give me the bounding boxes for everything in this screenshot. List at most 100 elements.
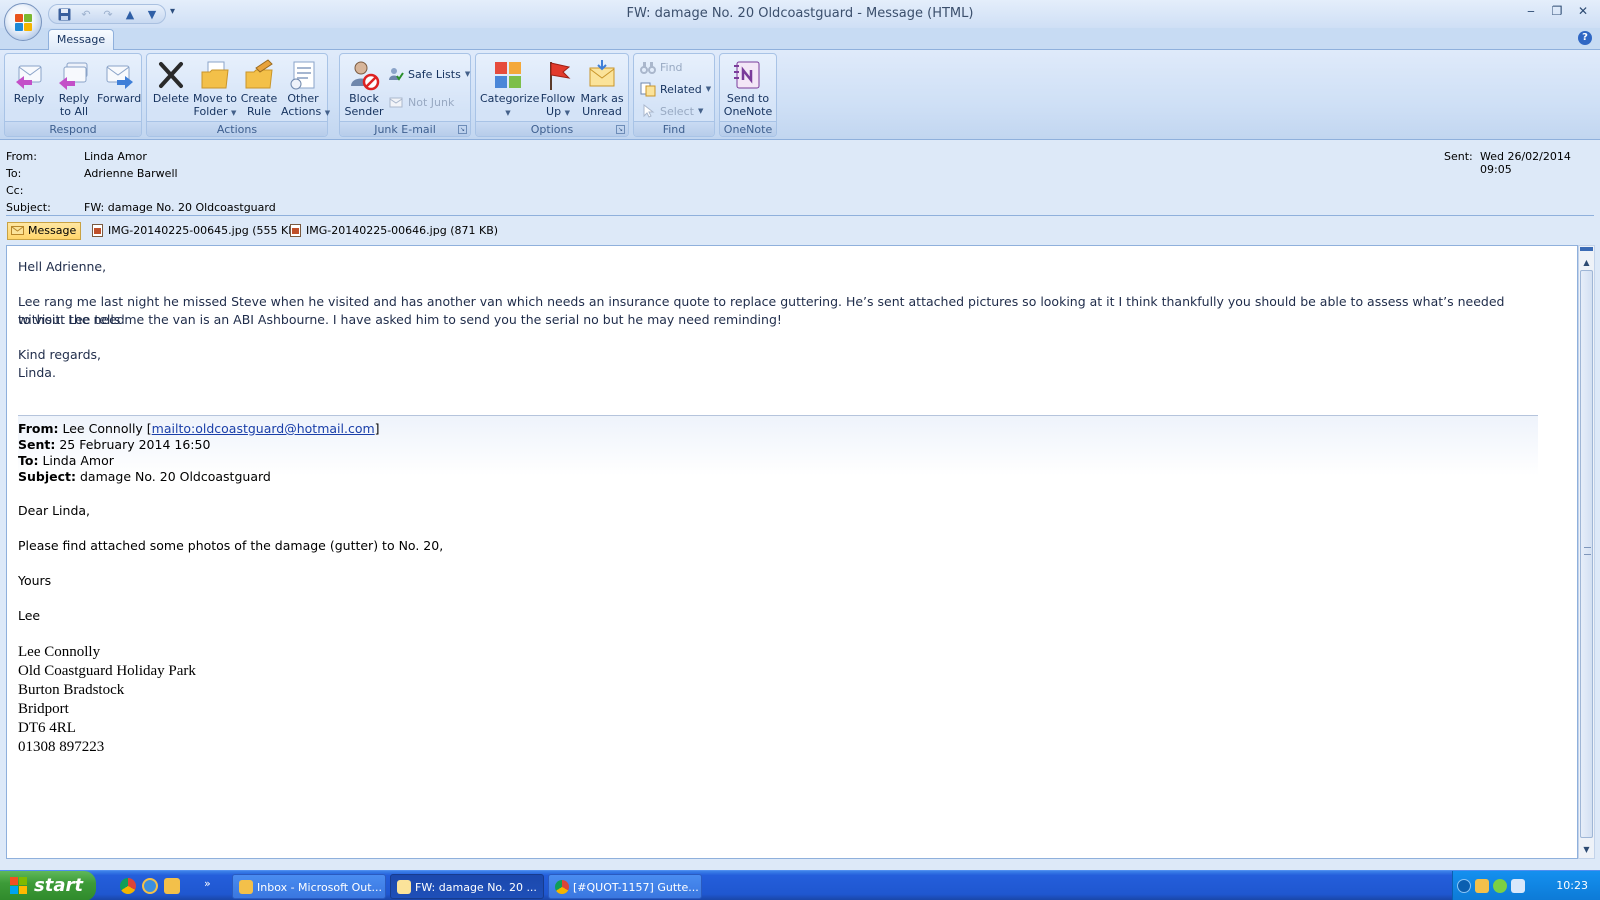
outlook-icon[interactable] bbox=[164, 878, 180, 894]
move-to-folder-label-line1: Move to bbox=[193, 92, 238, 105]
more-quick-launch-icon[interactable]: » bbox=[204, 877, 211, 890]
forwarded-sent-label: Sent: bbox=[18, 437, 56, 452]
select-label: Select bbox=[660, 104, 694, 118]
taskbar-item[interactable]: Inbox - Microsoft Out... bbox=[232, 874, 386, 899]
taskbar-item-label: Inbox - Microsoft Out... bbox=[257, 881, 383, 894]
forwarded-from-line: From: Lee Connolly [mailto:oldcoastguard… bbox=[18, 421, 380, 436]
scroll-up-arrow-icon[interactable]: ▲ bbox=[1579, 256, 1594, 270]
create-rule-label-line2: Rule bbox=[247, 105, 271, 118]
reply-all-button[interactable]: Reply to All bbox=[52, 56, 96, 120]
network-icon[interactable] bbox=[1511, 879, 1525, 893]
chrome-icon[interactable] bbox=[120, 878, 136, 894]
start-button[interactable]: start bbox=[0, 871, 96, 900]
scroll-thumb[interactable] bbox=[1580, 270, 1593, 838]
forwarded-from-email-link[interactable]: mailto:oldcoastguard@hotmail.com bbox=[152, 421, 375, 436]
attachment-item[interactable]: IMG-20140225-00645.jpg (555 KB) bbox=[87, 222, 305, 240]
dialog-launcher-icon[interactable]: ↘ bbox=[458, 125, 467, 134]
minimize-button[interactable]: ‒ bbox=[1520, 4, 1542, 22]
categorize-icon bbox=[491, 58, 525, 92]
forward-button[interactable]: Forward bbox=[97, 56, 141, 120]
forwarded-divider bbox=[18, 415, 1538, 416]
forwarded-to-line: To: Linda Amor bbox=[18, 453, 114, 469]
related-button[interactable]: Related ▼ bbox=[640, 79, 711, 99]
message-tab[interactable]: Message bbox=[7, 222, 82, 240]
categorize-button[interactable]: Categorize ▼ bbox=[480, 56, 539, 120]
tab-message[interactable]: Message bbox=[48, 29, 114, 51]
group-label-actions: Actions bbox=[147, 121, 327, 136]
restore-button[interactable]: ❐ bbox=[1546, 4, 1568, 22]
help-icon[interactable]: ? bbox=[1578, 31, 1592, 45]
group-find: Find Related ▼ Select ▼ Find bbox=[633, 53, 715, 137]
related-icon bbox=[640, 81, 656, 97]
forwarded-closing: Yours bbox=[18, 573, 52, 588]
select-button[interactable]: Select ▼ bbox=[640, 101, 703, 121]
send-to-onenote-button[interactable]: Send to OneNote bbox=[722, 56, 774, 120]
taskbar: start » Inbox - Microsoft Out... FW: dam… bbox=[0, 870, 1600, 900]
greeting: Hell Adrienne, bbox=[18, 259, 107, 274]
not-junk-label: Not Junk bbox=[408, 95, 455, 109]
mark-as-unread-icon bbox=[585, 58, 619, 92]
tray-expand-icon[interactable] bbox=[1457, 879, 1471, 893]
split-handle[interactable] bbox=[1580, 247, 1593, 251]
safe-lists-button[interactable]: Safe Lists ▼ bbox=[388, 64, 470, 84]
ribbon-tab-row: Message ? bbox=[0, 28, 1600, 51]
safe-lists-label: Safe Lists bbox=[408, 67, 461, 81]
block-sender-button[interactable]: Block Sender bbox=[342, 56, 386, 120]
office-button[interactable] bbox=[4, 3, 42, 41]
not-junk-button[interactable]: Not Junk bbox=[388, 92, 454, 112]
subject-label: Subject: bbox=[6, 201, 51, 214]
forwarded-sent-value: 25 February 2014 16:50 bbox=[59, 437, 211, 452]
follow-up-label-line1: Follow bbox=[540, 92, 576, 105]
find-button[interactable]: Find bbox=[640, 57, 683, 77]
other-actions-button[interactable]: Other Actions ▼ bbox=[281, 56, 330, 120]
signature-line: 01308 897223 bbox=[18, 739, 105, 755]
envelope-icon bbox=[397, 880, 411, 894]
group-label-respond: Respond bbox=[5, 121, 141, 136]
forward-label: Forward bbox=[97, 92, 142, 105]
vertical-scrollbar[interactable]: ▲ ▼ bbox=[1578, 245, 1595, 859]
scroll-down-arrow-icon[interactable]: ▼ bbox=[1579, 843, 1594, 857]
follow-up-button[interactable]: Follow Up ▼ bbox=[536, 56, 580, 120]
ribbon: Reply Reply to All Forward Respond Delet… bbox=[0, 50, 1600, 140]
message-body[interactable]: Hell Adrienne, Lee rang me last night he… bbox=[6, 245, 1578, 859]
attachment-item[interactable]: IMG-20140225-00646.jpg (871 KB) bbox=[285, 222, 503, 240]
block-sender-label-line1: Block bbox=[349, 92, 379, 105]
dropdown-arrow-icon: ▼ bbox=[705, 85, 712, 93]
status-tray-icon[interactable] bbox=[1493, 879, 1507, 893]
dropdown-arrow-icon: ▼ bbox=[697, 107, 704, 115]
forward-icon bbox=[102, 58, 136, 92]
forwarded-sender-name: Lee bbox=[18, 608, 41, 623]
taskbar-item[interactable]: [#QUOT-1157] Gutte... bbox=[548, 874, 702, 899]
forwarded-greeting: Dear Linda, bbox=[18, 503, 91, 518]
to-value[interactable]: Adrienne Barwell bbox=[84, 167, 178, 180]
close-button[interactable]: ✕ bbox=[1572, 4, 1594, 22]
taskbar-item[interactable]: FW: damage No. 20 ... bbox=[390, 874, 544, 899]
dialog-launcher-icon[interactable]: ↘ bbox=[616, 125, 625, 134]
forwarded-subject-value: damage No. 20 Oldcoastguard bbox=[79, 469, 271, 484]
delete-icon bbox=[154, 58, 188, 92]
windows-flag-icon bbox=[10, 877, 28, 895]
message-header: From: Linda Amor To: Adrienne Barwell Cc… bbox=[0, 141, 1600, 217]
message-tab-label: Message bbox=[28, 224, 77, 237]
attachments-bar: Message IMG-20140225-00645.jpg (555 KB) … bbox=[0, 219, 1600, 241]
delete-label: Delete bbox=[152, 92, 190, 105]
safe-lists-icon bbox=[388, 66, 404, 82]
internet-explorer-icon[interactable] bbox=[142, 878, 158, 894]
forwarded-to-label: To: bbox=[18, 453, 39, 468]
forwarded-from-label: From: bbox=[18, 421, 59, 436]
dropdown-arrow-icon: ▼ bbox=[505, 109, 511, 117]
delete-button[interactable]: Delete bbox=[149, 56, 193, 120]
reply-label: Reply bbox=[13, 92, 45, 105]
window-title: FW: damage No. 20 Oldcoastguard - Messag… bbox=[626, 6, 974, 21]
from-value[interactable]: Linda Amor bbox=[84, 150, 147, 163]
create-rule-button[interactable]: Create Rule bbox=[237, 56, 281, 120]
reply-button[interactable]: Reply bbox=[7, 56, 51, 120]
image-file-icon bbox=[289, 224, 302, 237]
clock[interactable]: 10:23 bbox=[1556, 879, 1588, 892]
move-to-folder-button[interactable]: Move to Folder ▼ bbox=[193, 56, 237, 120]
reply-all-label-line2: to All bbox=[59, 105, 89, 118]
taskbar-item-label: FW: damage No. 20 ... bbox=[415, 881, 537, 894]
outlook-tray-icon[interactable] bbox=[1475, 879, 1489, 893]
mark-as-unread-button[interactable]: Mark as Unread bbox=[580, 56, 624, 120]
block-sender-label-line2: Sender bbox=[344, 105, 384, 118]
